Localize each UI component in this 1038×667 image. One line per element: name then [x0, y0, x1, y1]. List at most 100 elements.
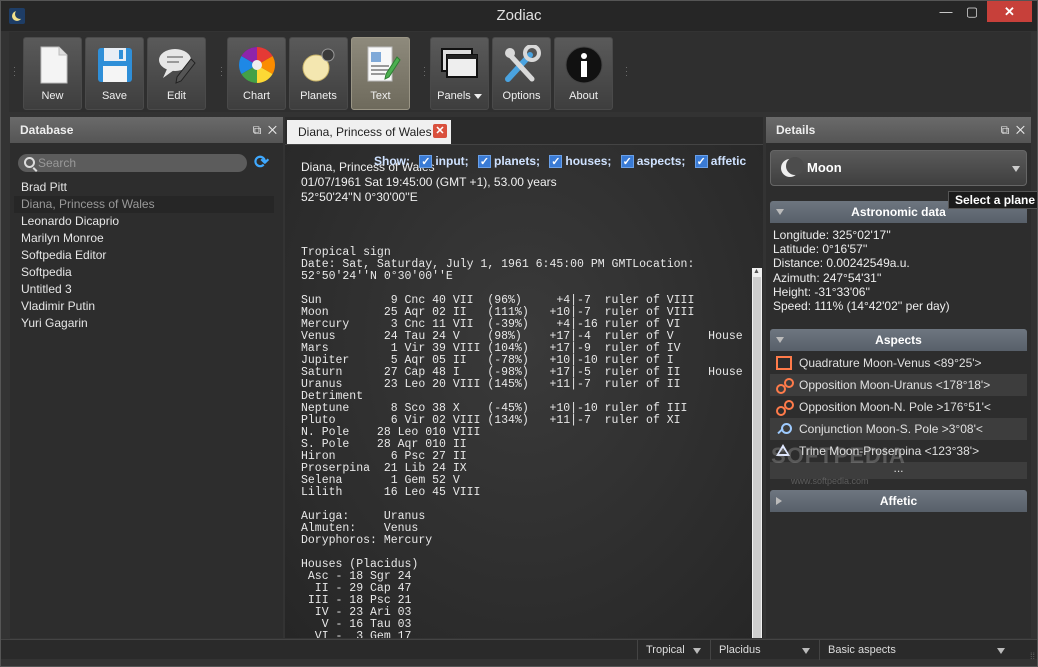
affetic-header[interactable]: Affetic: [770, 490, 1027, 512]
tab-diana[interactable]: Diana, Princess of Wales ✕: [287, 120, 451, 144]
height: Height: -31°33'06'': [773, 284, 871, 299]
details-panel-title: Details: [776, 123, 816, 137]
aspects-value: Basic aspects: [828, 644, 896, 656]
vertical-scrollbar[interactable]: ▲ ▼: [752, 268, 762, 638]
zodiac-value: Tropical: [646, 644, 685, 656]
houses-checkbox[interactable]: ✓: [549, 155, 563, 169]
restore-panel-icon[interactable]: ⧉: [1001, 123, 1010, 137]
input-checkbox[interactable]: ✓: [419, 155, 433, 169]
toolbar-grip[interactable]: · · ·: [625, 63, 628, 80]
planets-checkbox[interactable]: ✓: [478, 155, 492, 169]
panel-buttons: ⧉ ✕: [1001, 117, 1025, 143]
aspect-text: Opposition Moon-N. Pole >176°51'<: [799, 400, 991, 414]
list-item[interactable]: Yuri Gagarin: [14, 315, 274, 332]
show-option-label: aspects;: [636, 154, 686, 168]
scroll-up-icon[interactable]: ▲: [753, 268, 760, 275]
chart-report-text: Tropical sign Date: Sat, Saturday, July …: [301, 246, 743, 639]
list-item[interactable]: Vladimir Putin: [14, 298, 274, 315]
list-item[interactable]: Brad Pitt: [14, 179, 274, 196]
show-option-label: affetic: [710, 154, 747, 168]
show-option-label: houses;: [565, 154, 612, 168]
chart-text-view: Diana, Princess of Wales 01/07/1961 Sat …: [285, 144, 763, 638]
list-item[interactable]: Softpedia: [14, 264, 274, 281]
toolbar-grip[interactable]: · · ·: [220, 63, 223, 80]
show-option-label: input;: [435, 154, 469, 168]
list-item[interactable]: Untitled 3: [14, 281, 274, 298]
tab-close-icon[interactable]: ✕: [433, 124, 447, 138]
chevron-down-icon: [802, 648, 810, 654]
database-panel-title: Database: [20, 123, 74, 137]
planets-button[interactable]: Planets: [289, 37, 348, 110]
floppy-disk-icon: [97, 48, 132, 82]
close-panel-icon[interactable]: ✕: [268, 123, 277, 137]
aspect-item[interactable]: Conjunction Moon-S. Pole >3°08'<: [770, 418, 1027, 440]
speed: Speed: 111% (14°42'02'' per day): [773, 299, 950, 314]
about-button[interactable]: About: [554, 37, 613, 110]
chevron-down-icon: [997, 648, 1005, 654]
aspect-text: Conjunction Moon-S. Pole >3°08'<: [799, 422, 983, 436]
text-document-icon: [367, 46, 401, 82]
refresh-icon[interactable]: ⟳: [254, 153, 272, 171]
minimize-button[interactable]: —: [933, 1, 959, 22]
options-button-label: Options: [502, 90, 541, 102]
close-window-button[interactable]: ✕: [987, 1, 1032, 22]
affetic-title: Affetic: [879, 494, 918, 508]
list-item[interactable]: Softpedia Editor: [14, 247, 274, 264]
toolbar-grip[interactable]: · · ·: [13, 63, 16, 80]
new-button[interactable]: New: [23, 37, 82, 110]
database-panel: Database ⧉ ✕ ⟳ Brad Pitt Diana, Princess…: [10, 117, 283, 638]
list-item[interactable]: Diana, Princess of Wales: [14, 196, 274, 213]
chart-button[interactable]: Chart: [227, 37, 286, 110]
list-item[interactable]: Leonardo Dicaprio: [14, 213, 274, 230]
database-list: Brad Pitt Diana, Princess of Wales Leona…: [14, 179, 274, 332]
panels-button[interactable]: Panels: [430, 37, 489, 110]
quadrature-icon: [776, 356, 792, 370]
main-toolbar: · · · New Save Edit · · · Chart Planets …: [9, 32, 1031, 112]
astronomic-data-title: Astronomic data: [851, 205, 946, 219]
aspects-header[interactable]: Aspects: [770, 329, 1027, 351]
close-panel-icon[interactable]: ✕: [1016, 123, 1025, 137]
planets-button-label: Planets: [300, 90, 337, 102]
new-document-icon: [40, 46, 67, 84]
house-system-value: Placidus: [719, 644, 761, 656]
collapse-triangle-icon: [776, 337, 784, 343]
aspect-item[interactable]: Opposition Moon-N. Pole >176°51'<: [770, 396, 1027, 418]
save-button[interactable]: Save: [85, 37, 144, 110]
aspects-select[interactable]: Basic aspects: [819, 640, 1013, 660]
list-item[interactable]: Marilyn Monroe: [14, 230, 274, 247]
options-button[interactable]: Options: [492, 37, 551, 110]
house-system-select[interactable]: Placidus: [710, 640, 818, 660]
watermark: SOFTPEDIA: [771, 443, 906, 468]
panels-button-label: Panels: [431, 90, 488, 102]
database-panel-header: Database ⧉ ✕: [10, 117, 283, 143]
aspects-checkbox[interactable]: ✓: [620, 155, 634, 169]
resize-grip[interactable]: ⁞⁞: [1030, 652, 1035, 661]
edit-speech-pencil-icon: [158, 49, 196, 84]
show-label: Show:: [374, 154, 410, 168]
aspect-item[interactable]: Quadrature Moon-Venus <89°25'>: [770, 352, 1027, 374]
edit-button[interactable]: Edit: [147, 37, 206, 110]
scrollbar-thumb[interactable]: [753, 277, 761, 638]
text-button[interactable]: Text: [351, 37, 410, 110]
restore-panel-icon[interactable]: ⧉: [253, 123, 262, 137]
aspect-item[interactable]: Opposition Moon-Uranus <178°18'>: [770, 374, 1027, 396]
moon-icon: [781, 157, 804, 177]
toolbar-grip[interactable]: · · ·: [423, 63, 426, 80]
aspect-text: Quadrature Moon-Venus <89°25'>: [799, 356, 982, 370]
window-title: Zodiac: [496, 7, 542, 24]
about-button-label: About: [569, 90, 598, 102]
maximize-button[interactable]: ▢: [959, 1, 985, 22]
new-button-label: New: [41, 90, 64, 102]
aspects-title: Aspects: [875, 333, 922, 347]
search-box: [18, 154, 247, 172]
birth-coordinates: 52°50'24''N 0°30'00''E: [301, 190, 418, 204]
affetic-checkbox[interactable]: ✓: [694, 155, 708, 169]
panels-icon: [440, 48, 478, 78]
tools-icon: [504, 45, 541, 82]
planet-select[interactable]: Moon: [770, 150, 1027, 186]
search-icon: [24, 157, 35, 168]
zodiac-select[interactable]: Tropical: [637, 640, 709, 660]
search-input[interactable]: [38, 154, 243, 172]
planets-icon: [302, 48, 334, 82]
azimuth: Azimuth: 247°54'31'': [773, 270, 882, 285]
